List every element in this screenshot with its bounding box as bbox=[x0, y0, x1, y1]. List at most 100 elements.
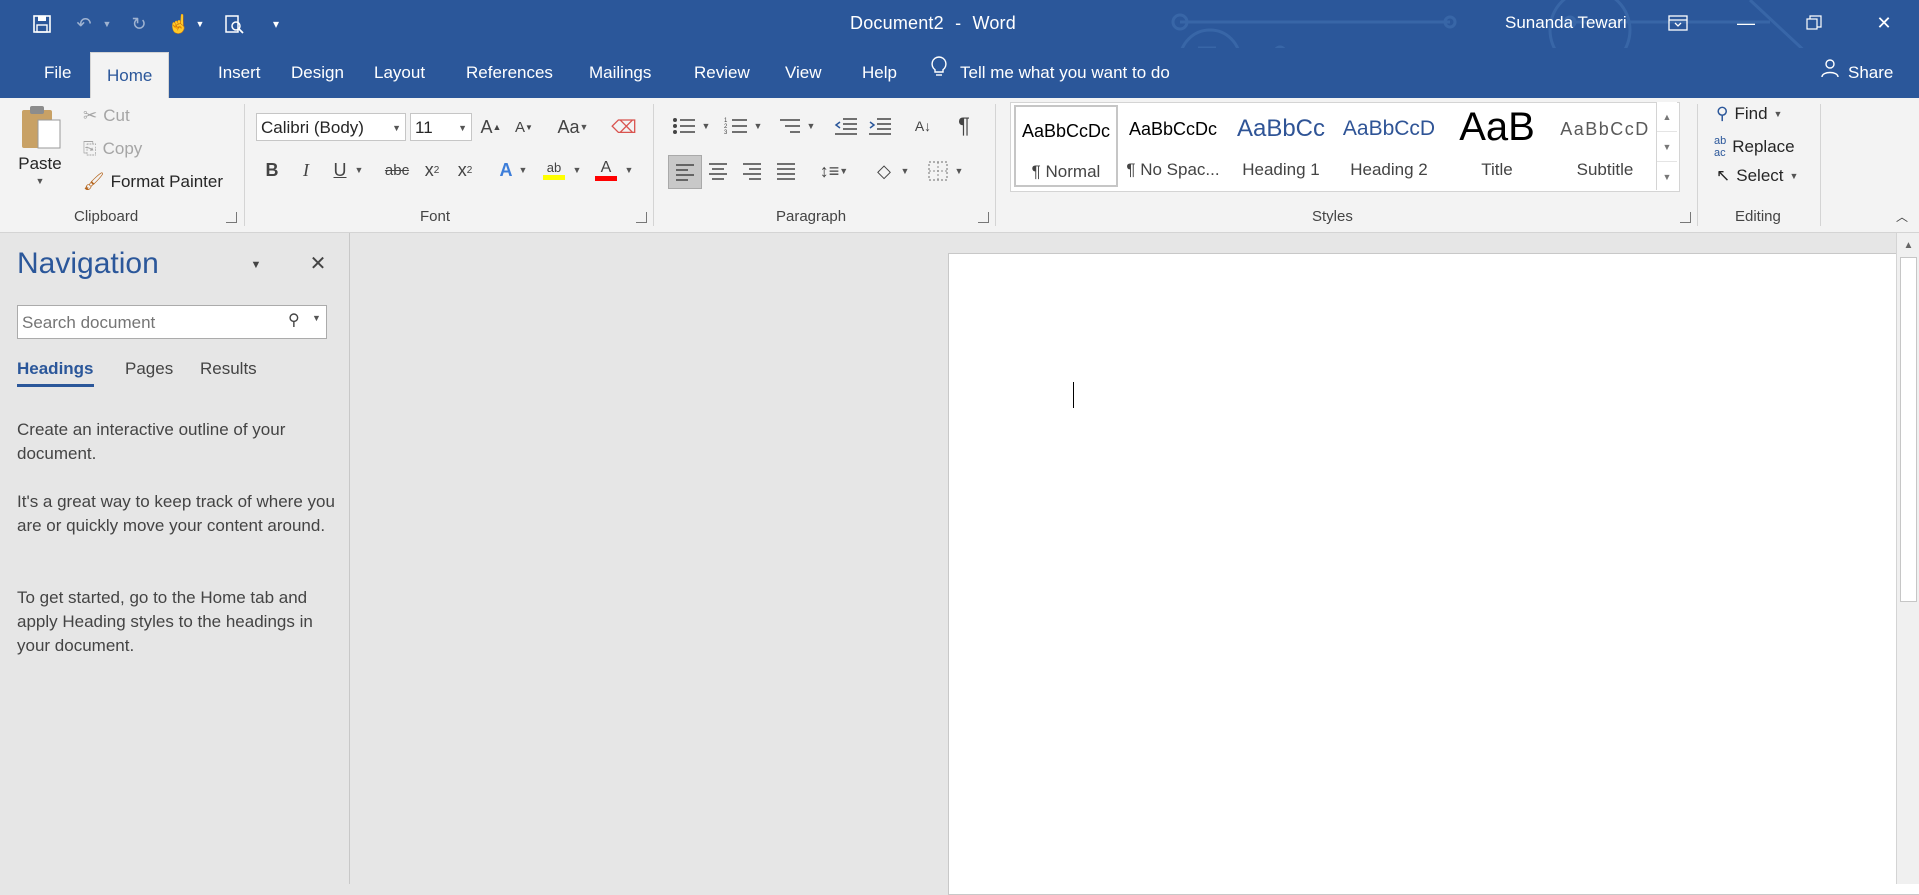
undo-icon[interactable]: ↶ bbox=[70, 10, 98, 38]
text-effects-dropdown-icon[interactable]: ▼ bbox=[516, 156, 530, 184]
tab-view[interactable]: View bbox=[769, 48, 838, 98]
tab-references[interactable]: References bbox=[450, 48, 569, 98]
tab-help[interactable]: Help bbox=[846, 48, 913, 98]
borders-dropdown-icon[interactable]: ▼ bbox=[952, 157, 966, 185]
undo-dropdown-icon[interactable]: ▼ bbox=[100, 10, 114, 38]
copy-button[interactable]: ⎘ Copy bbox=[83, 139, 142, 159]
style-title[interactable]: AaB Title bbox=[1445, 105, 1549, 187]
search-icon[interactable]: ⚲ bbox=[288, 310, 300, 330]
highlight-dropdown-icon[interactable]: ▼ bbox=[570, 156, 584, 184]
shrink-font-icon[interactable]: A ▼ bbox=[510, 113, 538, 141]
superscript-icon[interactable]: x2 bbox=[451, 156, 479, 184]
tab-mailings[interactable]: Mailings bbox=[573, 48, 667, 98]
tab-pages[interactable]: Pages bbox=[125, 359, 173, 379]
show-formatting-marks-icon[interactable]: ¶ bbox=[950, 112, 978, 140]
clear-formatting-icon[interactable]: ⌫ bbox=[610, 113, 638, 141]
search-document-field[interactable]: ⚲ ▼ bbox=[17, 305, 327, 339]
lightbulb-icon bbox=[930, 48, 948, 98]
paste-dropdown-icon[interactable]: ▼ bbox=[36, 176, 45, 186]
user-name[interactable]: Sunanda Tewari bbox=[1505, 13, 1627, 33]
search-input[interactable] bbox=[20, 308, 274, 338]
find-dropdown-icon[interactable]: ▼ bbox=[1774, 109, 1783, 119]
search-options-dropdown-icon[interactable]: ▼ bbox=[312, 313, 321, 323]
minimize-icon[interactable]: — bbox=[1712, 0, 1780, 46]
clipboard-launcher-icon[interactable] bbox=[226, 212, 237, 223]
tab-layout[interactable]: Layout bbox=[358, 48, 441, 98]
print-preview-icon[interactable] bbox=[220, 10, 248, 38]
underline-dropdown-icon[interactable]: ▼ bbox=[352, 156, 366, 184]
font-launcher-icon[interactable] bbox=[636, 212, 647, 223]
close-pane-icon[interactable]: ✕ bbox=[304, 249, 332, 277]
redo-icon[interactable]: ↻ bbox=[125, 10, 153, 38]
touch-dropdown-icon[interactable]: ▼ bbox=[193, 10, 207, 38]
style-heading-2[interactable]: AaBbCcD Heading 2 bbox=[1337, 105, 1441, 187]
align-right-icon[interactable] bbox=[738, 157, 766, 185]
sort-icon[interactable]: A↓ bbox=[909, 112, 937, 140]
save-icon[interactable] bbox=[28, 10, 56, 38]
font-name-combo[interactable]: Calibri (Body) ▼ bbox=[256, 113, 406, 141]
justify-icon[interactable] bbox=[772, 157, 800, 185]
tell-me-box[interactable]: Tell me what you want to do bbox=[930, 48, 1170, 98]
numbering-icon[interactable]: 123 bbox=[722, 112, 750, 140]
paragraph-launcher-icon[interactable] bbox=[978, 212, 989, 223]
strikethrough-icon[interactable]: abc bbox=[380, 156, 414, 184]
nav-options-dropdown-icon[interactable]: ▼ bbox=[242, 251, 270, 279]
font-color-icon[interactable]: A bbox=[592, 156, 620, 184]
tab-design[interactable]: Design bbox=[275, 48, 360, 98]
tab-home[interactable]: Home bbox=[90, 52, 170, 99]
touch-mode-icon[interactable]: ☝ bbox=[165, 10, 193, 38]
select-button[interactable]: ↖ Select ▼ bbox=[1716, 166, 1798, 186]
replace-button[interactable]: ab ac Replace bbox=[1714, 135, 1795, 159]
style-subtitle[interactable]: AaBbCcD Subtitle bbox=[1553, 105, 1657, 187]
increase-indent-icon[interactable] bbox=[866, 112, 894, 140]
find-button[interactable]: ⚲ Find ▼ bbox=[1716, 104, 1782, 124]
tab-results[interactable]: Results bbox=[200, 359, 257, 379]
customize-qat-icon[interactable]: ▾ bbox=[266, 10, 286, 38]
vertical-scrollbar[interactable]: ▲ bbox=[1896, 233, 1919, 884]
cut-button[interactable]: ✂ Cut bbox=[83, 106, 130, 126]
shading-icon[interactable]: ◇ bbox=[870, 157, 898, 185]
tab-file[interactable]: File bbox=[28, 48, 87, 98]
tab-review[interactable]: Review bbox=[678, 48, 766, 98]
collapse-ribbon-icon[interactable]: ︿ bbox=[1888, 202, 1916, 230]
font-color-dropdown-icon[interactable]: ▼ bbox=[622, 156, 636, 184]
change-case-icon[interactable]: Aa ▼ bbox=[553, 113, 593, 141]
font-size-combo[interactable]: 11 ▼ bbox=[410, 113, 472, 141]
restore-icon[interactable] bbox=[1780, 0, 1848, 46]
borders-icon[interactable] bbox=[924, 157, 952, 185]
underline-icon[interactable]: U bbox=[326, 156, 354, 184]
bullets-icon[interactable] bbox=[670, 112, 698, 140]
ribbon-display-options-icon[interactable] bbox=[1644, 0, 1712, 46]
styles-scroll-up-icon[interactable]: ▲ bbox=[1657, 102, 1677, 132]
select-dropdown-icon[interactable]: ▼ bbox=[1790, 171, 1799, 181]
line-spacing-icon[interactable]: ↕≡ ▼ bbox=[814, 157, 854, 185]
styles-more-icon[interactable]: ▼ bbox=[1657, 162, 1677, 191]
grow-font-icon[interactable]: A ▲ bbox=[477, 113, 505, 141]
document-page[interactable] bbox=[948, 253, 1919, 895]
bullets-dropdown-icon[interactable]: ▼ bbox=[699, 112, 713, 140]
numbering-dropdown-icon[interactable]: ▼ bbox=[751, 112, 765, 140]
align-center-icon[interactable] bbox=[704, 157, 732, 185]
italic-icon[interactable]: I bbox=[292, 156, 320, 184]
decrease-indent-icon[interactable] bbox=[832, 112, 860, 140]
format-painter-button[interactable]: 🖌 Format Painter bbox=[83, 172, 223, 192]
styles-scroll-down-icon[interactable]: ▼ bbox=[1657, 132, 1677, 162]
bold-icon[interactable]: B bbox=[258, 156, 286, 184]
style-normal[interactable]: AaBbCcDc ¶ Normal bbox=[1014, 105, 1118, 187]
scroll-up-icon[interactable]: ▲ bbox=[1897, 235, 1919, 255]
style-no-spacing[interactable]: AaBbCcDc ¶ No Spac... bbox=[1121, 105, 1225, 187]
styles-launcher-icon[interactable] bbox=[1680, 212, 1691, 223]
share-button[interactable]: Share bbox=[1820, 48, 1893, 98]
scroll-thumb[interactable] bbox=[1900, 257, 1917, 602]
multilevel-list-icon[interactable] bbox=[776, 112, 804, 140]
style-heading-1[interactable]: AaBbCc Heading 1 bbox=[1229, 105, 1333, 187]
shading-dropdown-icon[interactable]: ▼ bbox=[898, 157, 912, 185]
multilevel-dropdown-icon[interactable]: ▼ bbox=[804, 112, 818, 140]
tab-headings[interactable]: Headings bbox=[17, 359, 94, 387]
highlight-icon[interactable]: ab bbox=[540, 156, 568, 184]
subscript-icon[interactable]: x2 bbox=[418, 156, 446, 184]
close-window-icon[interactable]: ✕ bbox=[1850, 0, 1918, 46]
paste-button[interactable]: Paste ▼ bbox=[18, 104, 62, 186]
align-left-icon[interactable] bbox=[668, 155, 702, 189]
tab-insert[interactable]: Insert bbox=[202, 48, 277, 98]
